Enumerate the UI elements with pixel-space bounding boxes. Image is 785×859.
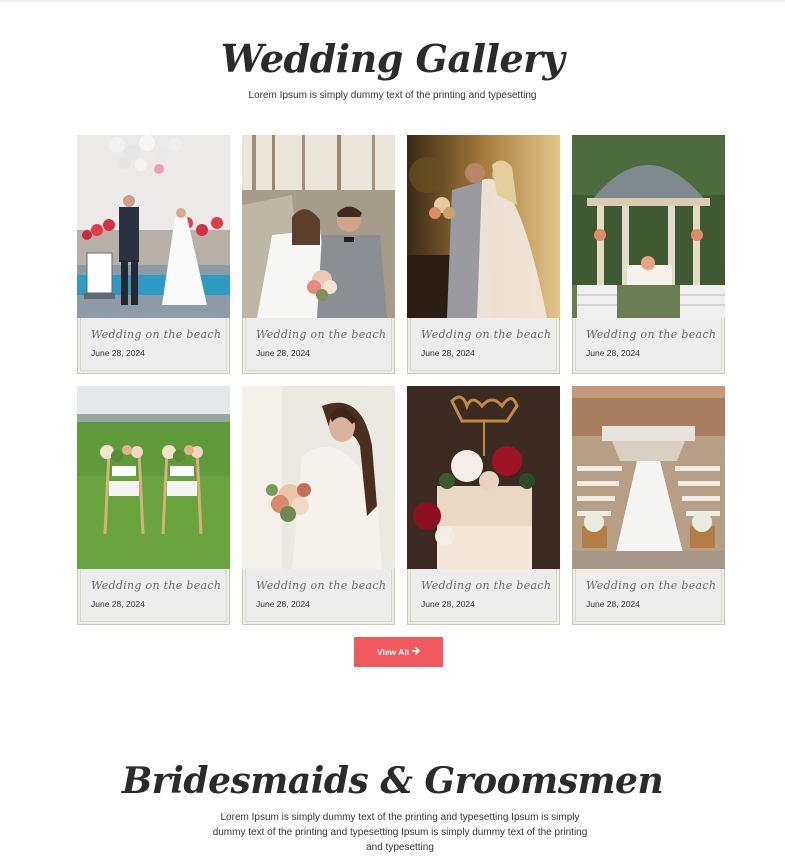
gallery-title: Wedding Gallery: [220, 36, 565, 81]
card-title: Wedding on the beach: [256, 328, 387, 341]
card-title: Wedding on the beach: [256, 579, 387, 592]
card-title: Wedding on the beach: [421, 328, 552, 341]
card-date: June 28, 2024: [586, 348, 640, 358]
card-date: June 28, 2024: [256, 599, 310, 609]
gallery-card[interactable]: Wedding on the beach June 28, 2024: [242, 135, 395, 374]
gallery-photo-gazebo[interactable]: [572, 135, 725, 318]
card-caption: Wedding on the beach June 28, 2024: [242, 318, 395, 374]
gallery-photo-balloons[interactable]: [77, 135, 230, 318]
card-title: Wedding on the beach: [586, 328, 717, 341]
card-date: June 28, 2024: [421, 599, 475, 609]
gallery-photo-golden-hour[interactable]: [407, 135, 560, 318]
card-caption: Wedding on the beach June 28, 2024: [242, 569, 395, 625]
gallery-card[interactable]: Wedding on the beach June 28, 2024: [407, 135, 560, 374]
card-date: June 28, 2024: [586, 599, 640, 609]
gallery-card[interactable]: Wedding on the beach June 28, 2024: [572, 135, 725, 374]
gallery-photo-couple-forest[interactable]: [242, 135, 395, 318]
card-caption: Wedding on the beach June 28, 2024: [77, 318, 230, 374]
view-all-button[interactable]: View All: [354, 637, 443, 667]
card-caption: Wedding on the beach June 28, 2024: [407, 318, 560, 374]
bridesmaids-title: Bridesmaids & Groomsmen: [121, 760, 664, 802]
card-date: June 28, 2024: [256, 348, 310, 358]
gallery-card[interactable]: Wedding on the beach June 28, 2024: [572, 386, 725, 625]
card-title: Wedding on the beach: [586, 579, 717, 592]
card-date: June 28, 2024: [91, 599, 145, 609]
gallery-photo-bride-bouquet[interactable]: [242, 386, 395, 569]
card-date: June 28, 2024: [421, 348, 475, 358]
gallery-card[interactable]: Wedding on the beach June 28, 2024: [77, 135, 230, 374]
bridesmaids-text: Lorem Ipsum is simply dummy text of the …: [212, 812, 588, 853]
card-caption: Wedding on the beach June 28, 2024: [77, 569, 230, 625]
card-caption: Wedding on the beach June 28, 2024: [572, 318, 725, 374]
card-date: June 28, 2024: [91, 348, 145, 358]
gallery-card[interactable]: Wedding on the beach June 28, 2024: [407, 386, 560, 625]
card-caption: Wedding on the beach June 28, 2024: [572, 569, 725, 625]
gallery-photo-chairs[interactable]: [77, 386, 230, 569]
view-all-label: View All: [376, 647, 410, 657]
gallery-photo-aisle[interactable]: [572, 386, 725, 569]
gallery-subtitle: Lorem Ipsum is simply dummy text of the …: [248, 90, 537, 101]
card-caption: Wedding on the beach June 28, 2024: [407, 569, 560, 625]
card-title: Wedding on the beach: [91, 328, 222, 341]
card-title: Wedding on the beach: [91, 579, 222, 592]
arrow-right-icon: [412, 647, 421, 657]
card-title: Wedding on the beach: [421, 579, 552, 592]
gallery-photo-cake[interactable]: [407, 386, 560, 569]
top-divider: [0, 0, 785, 2]
gallery-grid: Wedding on the beach June 28, 2024 Weddi…: [77, 135, 725, 625]
gallery-card[interactable]: Wedding on the beach June 28, 2024: [77, 386, 230, 625]
gallery-card[interactable]: Wedding on the beach June 28, 2024: [242, 386, 395, 625]
